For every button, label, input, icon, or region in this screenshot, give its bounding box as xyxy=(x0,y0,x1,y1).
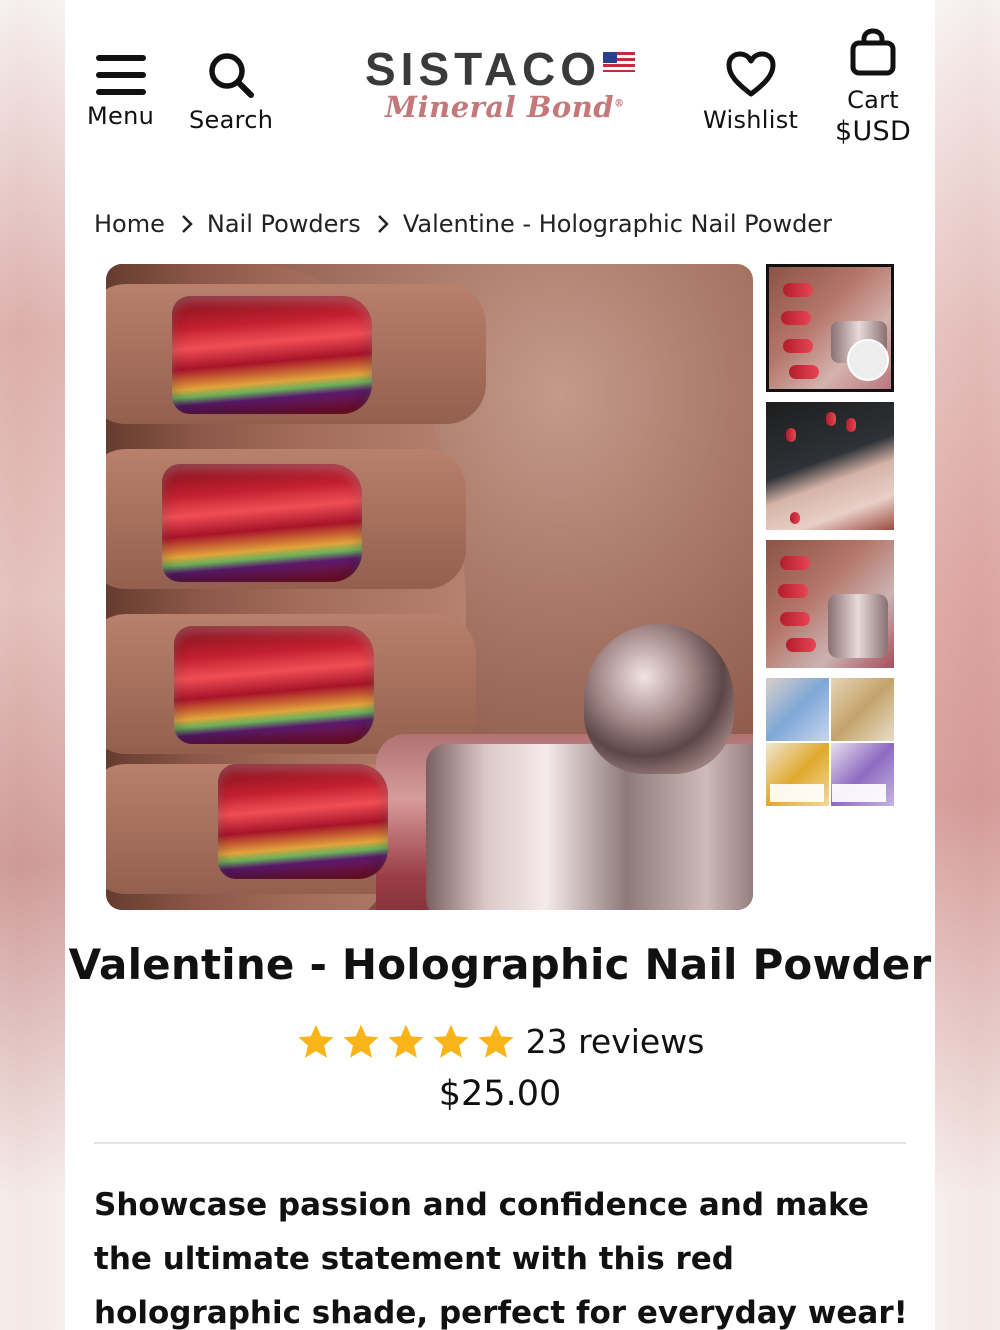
registered-mark: ® xyxy=(614,98,625,110)
search-icon xyxy=(209,53,255,98)
wishlist-label: Wishlist xyxy=(703,106,799,134)
menu-label: Menu xyxy=(87,102,155,130)
nail xyxy=(174,626,374,744)
us-flag-icon xyxy=(603,52,636,72)
menu-button[interactable]: Menu xyxy=(87,52,154,130)
brand-logo[interactable]: SISTACO Mineral Bond® xyxy=(365,46,685,124)
star-rating xyxy=(296,1023,516,1061)
heart-icon xyxy=(726,51,776,97)
breadcrumb-current: Valentine - Holographic Nail Powder xyxy=(402,210,832,238)
logo-subtitle: Mineral Bond xyxy=(385,90,615,124)
product-title: Valentine - Holographic Nail Powder xyxy=(68,940,932,989)
product-price: $25.00 xyxy=(438,1074,562,1114)
hamburger-icon xyxy=(95,55,146,95)
star-icon xyxy=(478,1024,514,1058)
jar-lid xyxy=(426,744,753,910)
wishlist-button[interactable]: Wishlist xyxy=(703,50,798,134)
product-rating[interactable]: 23 reviews xyxy=(65,1022,935,1061)
thumbnail-3[interactable] xyxy=(766,540,894,668)
bag-icon xyxy=(850,28,896,76)
divider xyxy=(94,1142,906,1144)
breadcrumb-home[interactable]: Home xyxy=(94,210,165,238)
search-label: Search xyxy=(189,106,274,134)
thumbnail-4[interactable] xyxy=(766,678,894,806)
nail xyxy=(172,296,372,414)
jar-knob xyxy=(584,624,734,774)
nail xyxy=(218,764,388,879)
star-icon xyxy=(343,1024,379,1058)
reviews-count[interactable]: 23 reviews xyxy=(526,1022,705,1061)
product-description: Showcase passion and confidence and make… xyxy=(94,1187,908,1330)
thumbnail-list xyxy=(766,264,896,816)
product-page: Menu Search SISTACO Mineral Bond® Wishli… xyxy=(65,0,935,1330)
breadcrumb-nail-powders[interactable]: Nail Powders xyxy=(207,210,361,238)
thumbnail-2[interactable] xyxy=(766,402,894,530)
cart-label: Cart xyxy=(847,86,900,114)
nail xyxy=(162,464,362,582)
logo-wordmark: SISTACO xyxy=(365,43,602,95)
background-blur-right xyxy=(935,0,1000,1330)
background-blur-left xyxy=(0,0,65,1330)
currency-label: $USD xyxy=(835,116,912,147)
chevron-right-icon xyxy=(181,214,193,234)
star-icon xyxy=(298,1024,334,1058)
star-icon xyxy=(433,1024,469,1058)
cart-button[interactable]: Cart $USD xyxy=(835,28,911,147)
breadcrumb: Home Nail Powders Valentine - Holographi… xyxy=(94,210,832,238)
star-icon xyxy=(388,1024,424,1058)
chevron-right-icon xyxy=(377,214,389,234)
thumbnail-1[interactable] xyxy=(766,264,894,392)
search-button[interactable]: Search xyxy=(189,50,273,134)
main-product-image[interactable] xyxy=(106,264,753,910)
